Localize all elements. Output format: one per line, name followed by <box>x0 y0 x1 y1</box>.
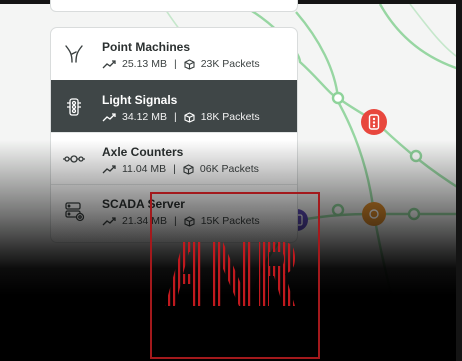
junction-node <box>331 91 345 105</box>
item-size: 11.04 MB <box>122 163 167 175</box>
point-machine-icon <box>62 42 86 66</box>
item-stats: 25.13 MB | 23K Packets <box>102 58 260 70</box>
item-stats: 34.12 MB | 18K Packets <box>102 111 260 123</box>
package-icon <box>184 111 195 123</box>
screenshot: Point Machines 25.13 MB | 23K Packets Li… <box>0 0 462 361</box>
right-border <box>456 0 462 361</box>
axle-counter-icon <box>62 147 86 171</box>
anr-logo <box>165 242 295 306</box>
panel-stub <box>50 0 298 12</box>
junction-node <box>407 207 421 221</box>
traffic-light-icon <box>62 95 86 119</box>
trend-icon <box>102 217 116 226</box>
item-label: Point Machines <box>102 40 191 54</box>
list-item-axle-counters[interactable]: Axle Counters 11.04 MB | 06K Packets <box>51 132 297 184</box>
junction-node <box>409 149 423 163</box>
track-line <box>378 3 462 72</box>
trend-icon <box>102 113 116 122</box>
server-icon <box>62 199 86 223</box>
item-packets: 18K Packets <box>200 111 260 123</box>
axle-counter-node <box>362 202 386 226</box>
package-icon <box>183 163 194 175</box>
item-size: 25.13 MB <box>122 58 167 70</box>
trend-icon <box>102 165 116 174</box>
separator: | <box>173 58 177 70</box>
track-line <box>409 3 462 61</box>
list-item-light-signals[interactable]: Light Signals 34.12 MB | 18K Packets <box>51 80 297 132</box>
item-size: 34.12 MB <box>122 111 167 123</box>
separator: | <box>173 111 177 123</box>
package-icon <box>184 58 195 70</box>
item-packets: 23K Packets <box>200 58 260 70</box>
item-packets: 06K Packets <box>199 163 259 175</box>
separator: | <box>173 163 176 175</box>
item-label: Light Signals <box>102 93 178 107</box>
list-item-point-machines[interactable]: Point Machines 25.13 MB | 23K Packets <box>51 28 297 80</box>
junction-node <box>331 203 345 217</box>
item-label: Axle Counters <box>102 145 184 159</box>
track-line <box>295 11 340 99</box>
trend-icon <box>102 60 116 69</box>
signal-node <box>361 109 387 135</box>
track-line <box>372 213 402 331</box>
item-stats: 11.04 MB | 06K Packets <box>102 163 259 175</box>
